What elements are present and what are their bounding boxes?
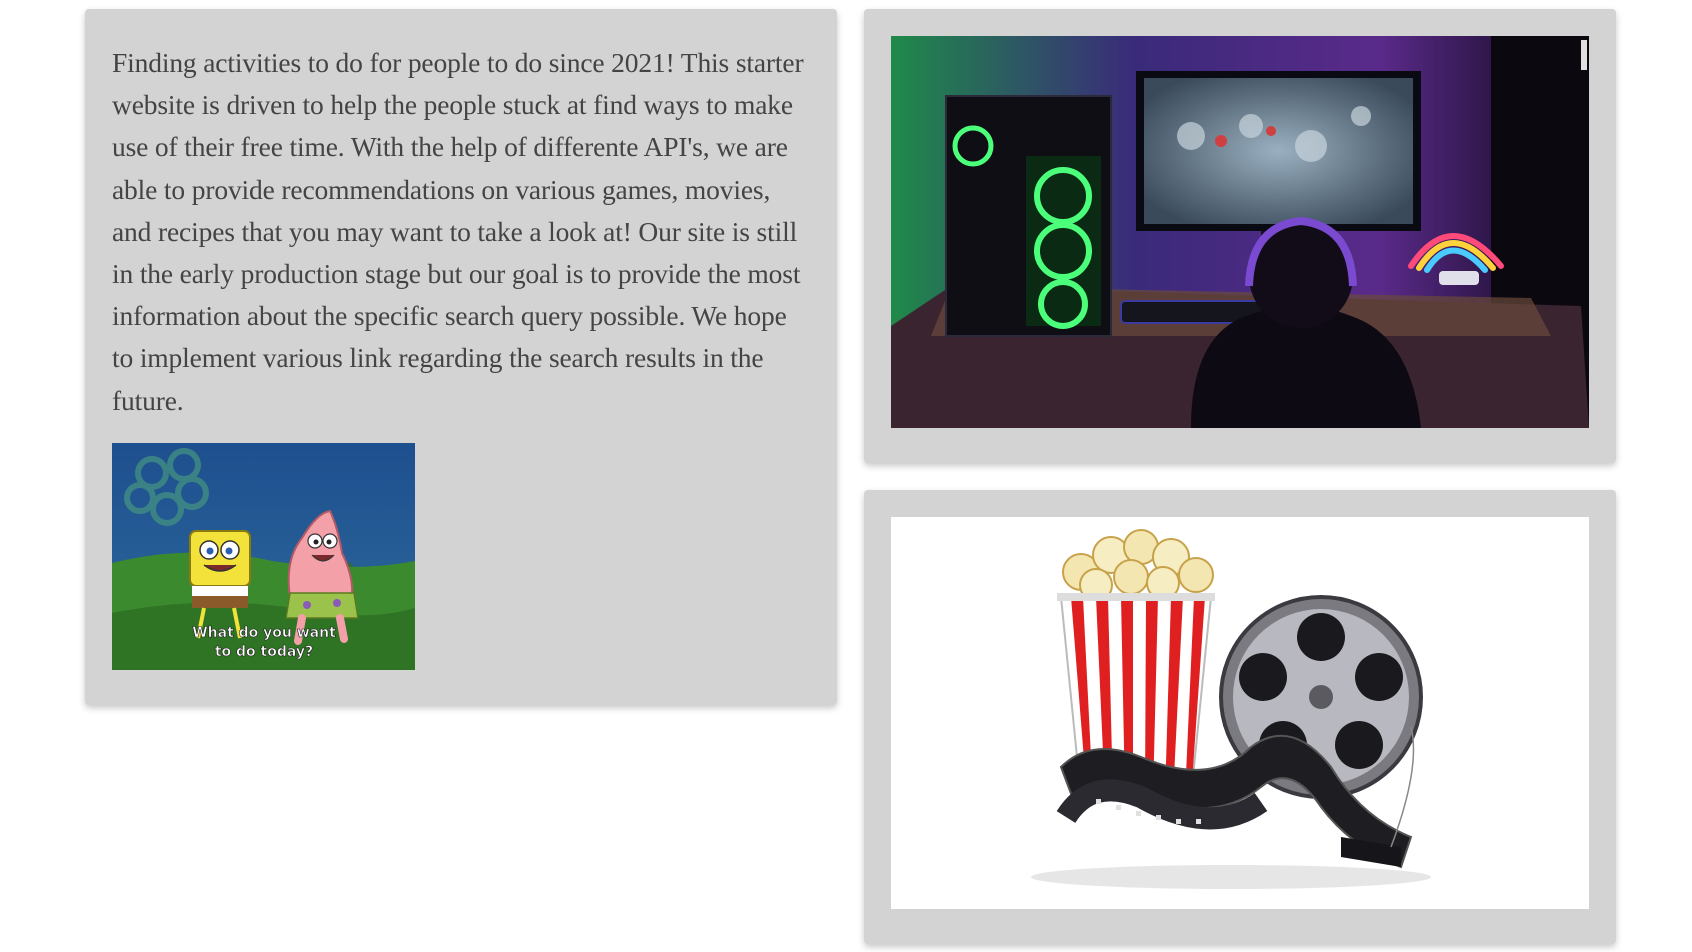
gaming-card bbox=[864, 9, 1616, 463]
about-card: Finding activities to do for people to d… bbox=[85, 9, 837, 705]
gif-caption-line-2: to do today? bbox=[215, 644, 313, 660]
popcorn-film-image bbox=[891, 517, 1589, 909]
spongebob-patrick-illustration: What do you want to do today? bbox=[112, 443, 415, 670]
gif-caption-line-1: What do you want bbox=[192, 625, 336, 641]
gaming-setup-image bbox=[891, 36, 1589, 428]
gaming-setup-illustration bbox=[891, 36, 1589, 428]
movie-card bbox=[864, 490, 1616, 944]
pc-tower bbox=[945, 95, 1112, 337]
about-description: Finding activities to do for people to d… bbox=[112, 47, 804, 416]
popcorn-film-illustration bbox=[891, 517, 1589, 909]
spongebob-patrick-gif: What do you want to do today? bbox=[112, 443, 415, 670]
